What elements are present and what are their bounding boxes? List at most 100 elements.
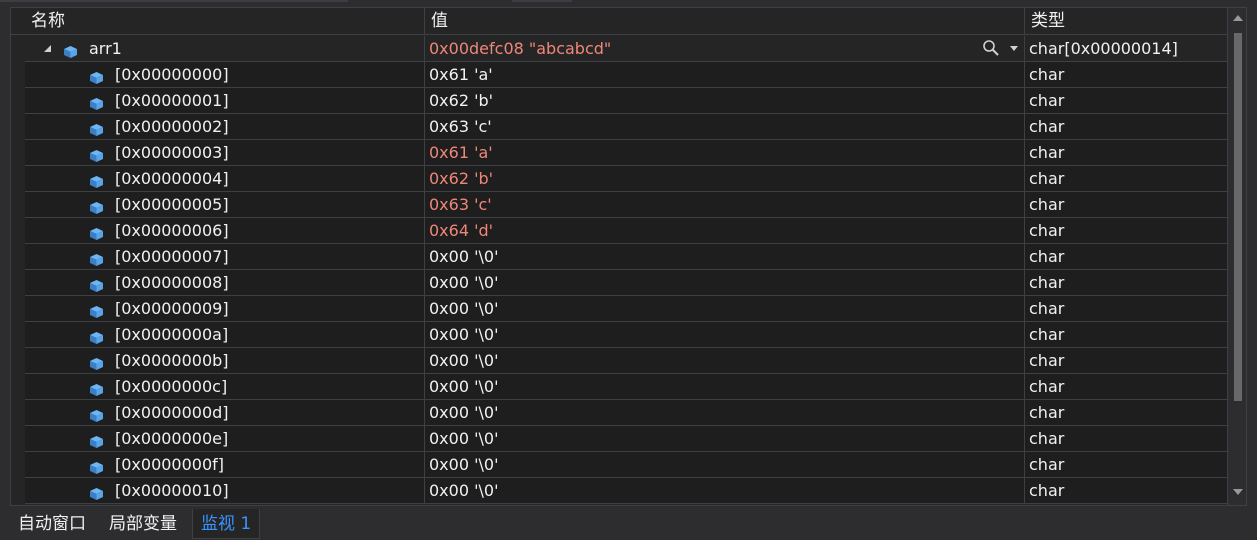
type-cell[interactable]: char	[1025, 296, 1227, 321]
value-cell[interactable]: 0x63 'c'	[425, 114, 1024, 139]
type-cell[interactable]: char	[1025, 426, 1227, 451]
column-header-name[interactable]: 名称	[25, 8, 424, 35]
name-cell[interactable]: [0x0000000c]	[25, 374, 424, 399]
name-cell[interactable]: arr1	[25, 36, 424, 61]
watch-row[interactable]: [0x00000005] 0x63 'c' char	[11, 192, 1227, 218]
type-cell[interactable]: char	[1025, 114, 1227, 139]
watch-row[interactable]: [0x0000000d] 0x00 '\0' char	[11, 400, 1227, 426]
vertical-scrollbar[interactable]	[1227, 8, 1246, 505]
value-cell[interactable]: 0x00 '\0'	[425, 296, 1024, 321]
scroll-thumb[interactable]	[1234, 33, 1242, 401]
watch-row[interactable]: [0x00000009] 0x00 '\0' char	[11, 296, 1227, 322]
element-value[interactable]: 0x62 'b'	[429, 91, 493, 110]
watch-row[interactable]: [0x0000000c] 0x00 '\0' char	[11, 374, 1227, 400]
name-cell[interactable]: [0x00000008]	[25, 270, 424, 295]
value-cell[interactable]: 0x00 '\0'	[425, 478, 1024, 503]
type-cell[interactable]: char	[1025, 140, 1227, 165]
element-value[interactable]: 0x00 '\0'	[429, 299, 498, 318]
name-cell[interactable]: [0x00000003]	[25, 140, 424, 165]
type-cell[interactable]: char	[1025, 218, 1227, 243]
name-cell[interactable]: [0x0000000d]	[25, 400, 424, 425]
expand-arrow-icon[interactable]	[43, 44, 52, 53]
watch-row[interactable]: [0x0000000b] 0x00 '\0' char	[11, 348, 1227, 374]
element-value[interactable]: 0x63 'c'	[429, 195, 492, 214]
watch-row-root[interactable]: arr1 0x00defc08 "abcabcd" char[0x00000014]	[11, 36, 1227, 62]
element-value[interactable]: 0x00 '\0'	[429, 429, 498, 448]
watch-row[interactable]: [0x00000006] 0x64 'd' char	[11, 218, 1227, 244]
type-cell[interactable]: char	[1025, 166, 1227, 191]
variable-value[interactable]: 0x00defc08 "abcabcd"	[429, 39, 611, 58]
element-value[interactable]: 0x00 '\0'	[429, 481, 498, 500]
name-cell[interactable]: [0x00000010]	[25, 478, 424, 503]
value-cell[interactable]: 0x62 'b'	[425, 88, 1024, 113]
element-value[interactable]: 0x00 '\0'	[429, 351, 498, 370]
name-cell[interactable]: [0x00000000]	[25, 62, 424, 87]
value-cell[interactable]: 0x63 'c'	[425, 192, 1024, 217]
type-cell[interactable]: char	[1025, 244, 1227, 269]
watch-row[interactable]: [0x00000001] 0x62 'b' char	[11, 88, 1227, 114]
watch-row[interactable]: [0x00000010] 0x00 '\0' char	[11, 478, 1227, 504]
type-cell[interactable]: char	[1025, 374, 1227, 399]
search-icon[interactable]	[982, 39, 1000, 57]
value-cell[interactable]: 0x00 '\0'	[425, 426, 1024, 451]
name-cell[interactable]: [0x00000002]	[25, 114, 424, 139]
element-value[interactable]: 0x64 'd'	[429, 221, 493, 240]
watch-row[interactable]: [0x00000004] 0x62 'b' char	[11, 166, 1227, 192]
name-cell[interactable]: [0x00000005]	[25, 192, 424, 217]
type-cell[interactable]: char[0x00000014]	[1025, 36, 1227, 61]
type-cell[interactable]: char	[1025, 88, 1227, 113]
element-value[interactable]: 0x00 '\0'	[429, 403, 498, 422]
type-cell[interactable]: char	[1025, 348, 1227, 373]
name-cell[interactable]: [0x00000009]	[25, 296, 424, 321]
element-value[interactable]: 0x63 'c'	[429, 117, 492, 136]
watch-row[interactable]: [0x00000002] 0x63 'c' char	[11, 114, 1227, 140]
watch-row[interactable]: [0x0000000e] 0x00 '\0' char	[11, 426, 1227, 452]
scroll-down-arrow-icon[interactable]	[1233, 489, 1243, 495]
name-cell[interactable]: [0x0000000e]	[25, 426, 424, 451]
value-cell[interactable]: 0x00 '\0'	[425, 322, 1024, 347]
name-cell[interactable]: [0x00000007]	[25, 244, 424, 269]
element-value[interactable]: 0x00 '\0'	[429, 325, 498, 344]
name-cell[interactable]: [0x00000004]	[25, 166, 424, 191]
column-header-value[interactable]: 值	[425, 8, 1024, 35]
value-cell[interactable]: 0x64 'd'	[425, 218, 1024, 243]
type-cell[interactable]: char	[1025, 322, 1227, 347]
watch-row[interactable]: [0x0000000f] 0x00 '\0' char	[11, 452, 1227, 478]
value-cell[interactable]: 0x00defc08 "abcabcd"	[425, 36, 1024, 61]
watch-row[interactable]: [0x00000000] 0x61 'a' char	[11, 62, 1227, 88]
tab-watch-1[interactable]: 监视 1	[192, 509, 261, 539]
watch-row[interactable]: [0x00000007] 0x00 '\0' char	[11, 244, 1227, 270]
tab-autos[interactable]: 自动窗口	[10, 509, 94, 539]
name-cell[interactable]: [0x0000000f]	[25, 452, 424, 477]
value-cell[interactable]: 0x00 '\0'	[425, 348, 1024, 373]
element-value[interactable]: 0x62 'b'	[429, 169, 493, 188]
chevron-down-icon[interactable]	[1010, 46, 1018, 51]
element-value[interactable]: 0x00 '\0'	[429, 455, 498, 474]
value-cell[interactable]: 0x00 '\0'	[425, 374, 1024, 399]
name-cell[interactable]: [0x0000000a]	[25, 322, 424, 347]
type-cell[interactable]: char	[1025, 62, 1227, 87]
element-value[interactable]: 0x00 '\0'	[429, 377, 498, 396]
element-value[interactable]: 0x61 'a'	[429, 143, 493, 162]
element-value[interactable]: 0x61 'a'	[429, 65, 493, 84]
column-header-type[interactable]: 类型	[1025, 8, 1227, 35]
watch-row[interactable]: [0x00000008] 0x00 '\0' char	[11, 270, 1227, 296]
name-cell[interactable]: [0x0000000b]	[25, 348, 424, 373]
name-cell[interactable]: [0x00000006]	[25, 218, 424, 243]
type-cell[interactable]: char	[1025, 400, 1227, 425]
element-value[interactable]: 0x00 '\0'	[429, 247, 498, 266]
value-cell[interactable]: 0x00 '\0'	[425, 400, 1024, 425]
element-value[interactable]: 0x00 '\0'	[429, 273, 498, 292]
type-cell[interactable]: char	[1025, 192, 1227, 217]
value-cell[interactable]: 0x00 '\0'	[425, 244, 1024, 269]
watch-row[interactable]: [0x00000003] 0x61 'a' char	[11, 140, 1227, 166]
type-cell[interactable]: char	[1025, 270, 1227, 295]
type-cell[interactable]: char	[1025, 452, 1227, 477]
value-cell[interactable]: 0x61 'a'	[425, 140, 1024, 165]
value-cell[interactable]: 0x61 'a'	[425, 62, 1024, 87]
value-cell[interactable]: 0x00 '\0'	[425, 452, 1024, 477]
name-cell[interactable]: [0x00000001]	[25, 88, 424, 113]
value-cell[interactable]: 0x62 'b'	[425, 166, 1024, 191]
watch-row[interactable]: [0x0000000a] 0x00 '\0' char	[11, 322, 1227, 348]
scroll-up-arrow-icon[interactable]	[1233, 15, 1243, 21]
